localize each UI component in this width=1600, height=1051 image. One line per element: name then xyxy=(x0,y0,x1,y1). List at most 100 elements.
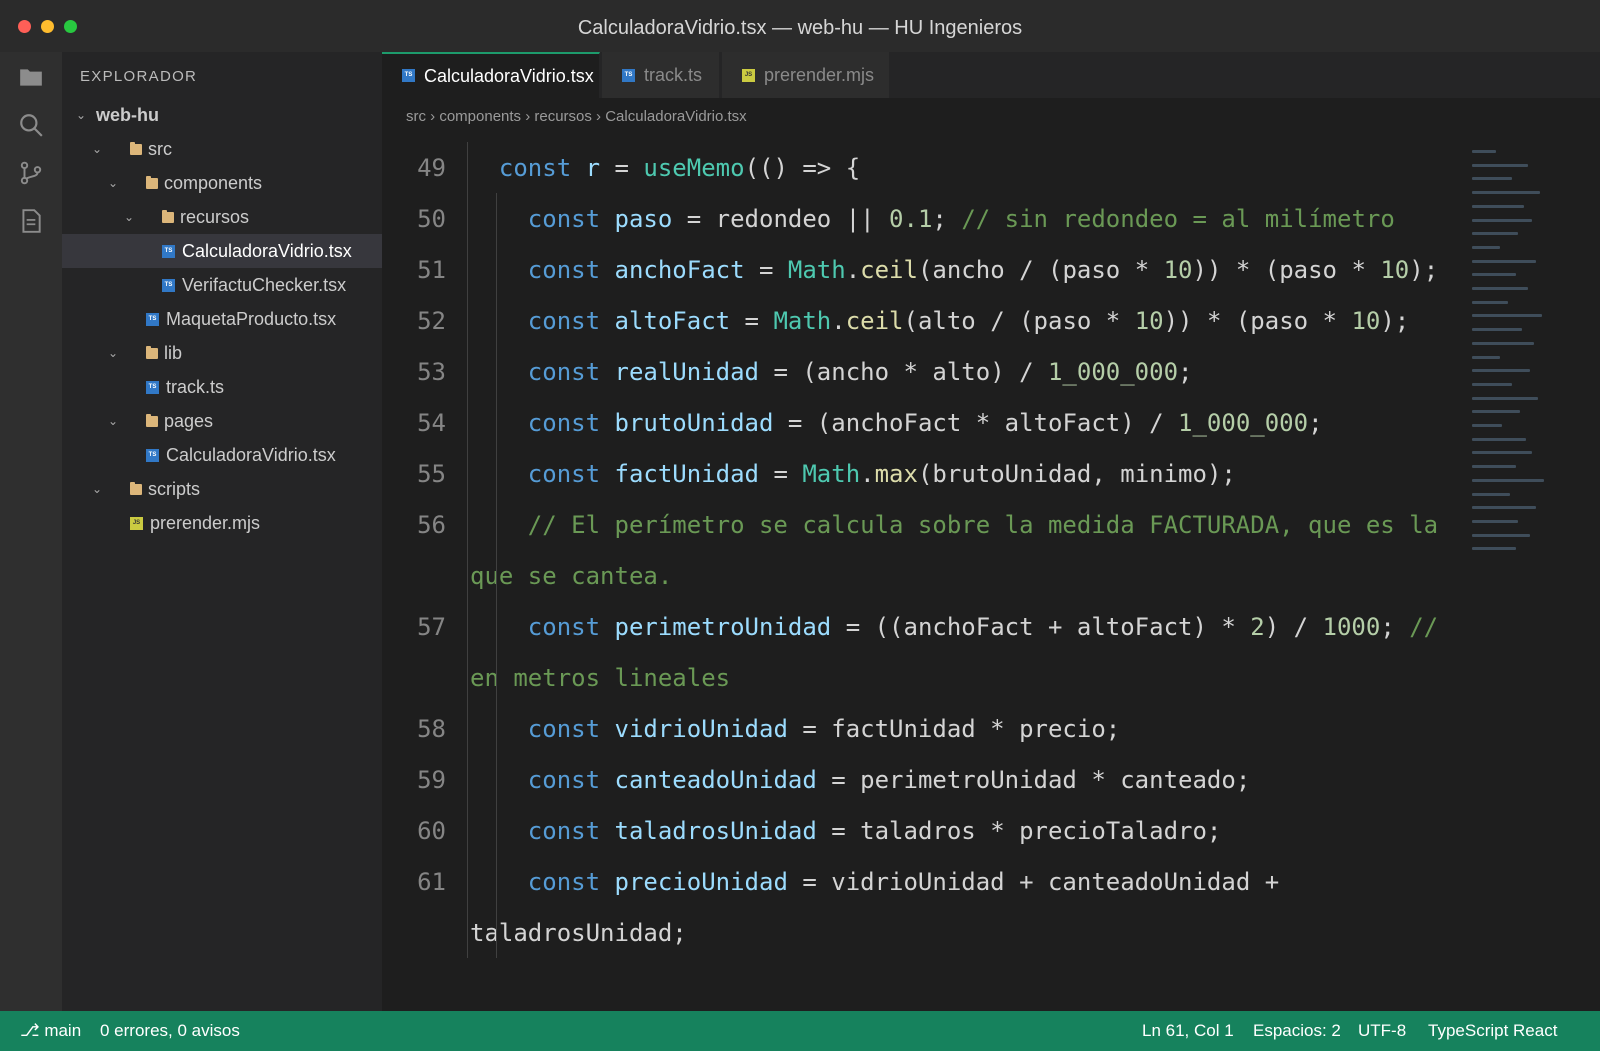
tree-file[interactable]: TS VerifactuChecker.tsx xyxy=(62,268,382,302)
chevron-down-icon[interactable]: ⌄ xyxy=(92,132,102,166)
code-token: = xyxy=(730,307,774,335)
breadcrumb[interactable]: src › components › recursos › Calculador… xyxy=(406,108,747,125)
minimap-line xyxy=(1472,300,1508,304)
code-text: const precioUnidad = vidrioUnidad + cant… xyxy=(528,856,1279,908)
line-number: 56 xyxy=(417,511,446,539)
tree-folder[interactable]: ⌄ web-hu xyxy=(62,98,382,132)
code-token: const xyxy=(527,460,601,488)
tree-file[interactable]: TS track.ts xyxy=(62,370,382,404)
indent-guide xyxy=(495,193,497,958)
editor-tab[interactable]: JS prerender.mjs xyxy=(722,52,890,98)
code-token: 1_000_000 xyxy=(1178,409,1309,437)
code-token: . xyxy=(831,307,846,335)
branch-indicator[interactable]: ⎇ main xyxy=(20,1011,81,1051)
minimap-line xyxy=(1472,519,1518,523)
code-token: r xyxy=(585,154,601,182)
code-token: const xyxy=(527,817,601,845)
minimap-line xyxy=(1472,355,1500,359)
minimap-line xyxy=(1472,410,1520,414)
tree-folder[interactable]: ⌄ src xyxy=(62,132,382,166)
minimap-line xyxy=(1472,382,1512,386)
code-text: const taladrosUnidad = taladros * precio… xyxy=(528,805,1222,857)
line-number: 60 xyxy=(417,817,446,845)
minimap-line xyxy=(1472,163,1528,167)
minimap-line xyxy=(1472,287,1528,290)
line-number: 49 xyxy=(417,154,446,182)
typescript-file-icon: TS xyxy=(402,69,415,82)
cursor-position[interactable]: Ln 61, Col 1 xyxy=(1142,1011,1234,1051)
code-token: en metros lineales xyxy=(470,664,731,692)
source-control-icon[interactable] xyxy=(18,160,44,186)
window-title: CalculadoraVidrio.tsx — web-hu — HU Inge… xyxy=(577,17,1023,39)
minimap-line xyxy=(1472,478,1544,482)
code-token: = factUnidad * precio; xyxy=(787,715,1121,743)
chevron-down-icon[interactable]: ⌄ xyxy=(76,98,86,132)
code-token: factUnidad xyxy=(614,460,760,488)
minimap-line xyxy=(1472,177,1512,181)
code-token: = xyxy=(744,256,788,284)
code-token: const xyxy=(527,205,601,233)
code-token: = redondeo || xyxy=(672,205,890,233)
folder-icon xyxy=(146,346,158,359)
code-token: ; xyxy=(1380,613,1410,641)
minimap-line xyxy=(1472,437,1526,441)
minimap-line xyxy=(1472,533,1530,537)
editor-tab[interactable]: TS track.ts xyxy=(602,52,720,98)
code-token: ; xyxy=(932,205,962,233)
line-number: 57 xyxy=(417,613,446,641)
tree-item-label: components xyxy=(164,173,263,193)
encoding-indicator[interactable]: UTF-8 xyxy=(1358,1011,1406,1051)
tree-folder[interactable]: ⌄ recursos xyxy=(62,200,382,234)
chevron-down-icon[interactable]: ⌄ xyxy=(124,200,134,234)
chevron-down-icon[interactable]: ⌄ xyxy=(92,472,102,506)
tree-item-label: scripts xyxy=(148,479,201,499)
tree-folder[interactable]: ⌄ components xyxy=(62,166,382,200)
code-token: )) * (paso * xyxy=(1192,256,1381,284)
code-token: // El perímetro se calcula sobre la medi… xyxy=(527,511,1439,539)
minimap[interactable] xyxy=(1472,144,1552,551)
chevron-down-icon[interactable]: ⌄ xyxy=(108,166,118,200)
line-number: 55 xyxy=(417,460,446,488)
tree-file[interactable]: TS CalculadoraVidrio.tsx xyxy=(62,438,382,472)
code-token: const xyxy=(527,715,601,743)
files-icon[interactable] xyxy=(18,64,44,90)
folder-icon xyxy=(146,176,158,189)
tree-folder[interactable]: ⌄ lib xyxy=(62,336,382,370)
tree-file[interactable]: JS prerender.mjs xyxy=(62,506,382,540)
editor-tab[interactable]: TS CalculadoraVidrio.tsx xyxy=(382,52,600,98)
minimap-line xyxy=(1472,465,1516,469)
code-token: 10 xyxy=(1134,307,1164,335)
minimap-line xyxy=(1472,506,1536,510)
tree-folder[interactable]: ⌄ pages xyxy=(62,404,382,438)
code-token: realUnidad xyxy=(614,358,760,386)
language-mode[interactable]: TypeScript React xyxy=(1428,1011,1557,1051)
document-icon[interactable] xyxy=(18,208,44,234)
code-token: = xyxy=(600,154,644,182)
line-number: 52 xyxy=(417,307,446,335)
minimap-line xyxy=(1472,492,1510,496)
code-token: ceil xyxy=(860,256,918,284)
tree-folder[interactable]: ⌄ scripts xyxy=(62,472,382,506)
code-token: const xyxy=(498,154,572,182)
tree-file[interactable]: TS MaquetaProducto.tsx xyxy=(62,302,382,336)
code-token: que se cantea. xyxy=(470,562,673,590)
line-number: 54 xyxy=(417,409,446,437)
code-token: = taladros * precioTaladro; xyxy=(816,817,1222,845)
problems-indicator[interactable]: 0 errores, 0 avisos xyxy=(100,1011,240,1051)
tree-file[interactable]: TS CalculadoraVidrio.tsx xyxy=(62,234,382,268)
typescript-file-icon: TS xyxy=(162,245,175,258)
tree-item-label: prerender.mjs xyxy=(150,513,261,533)
minimap-line xyxy=(1472,273,1516,277)
code-token: = vidrioUnidad + canteadoUnidad + xyxy=(787,868,1280,896)
code-token: brutoUnidad xyxy=(614,409,774,437)
chevron-down-icon[interactable]: ⌄ xyxy=(108,336,118,370)
code-token: (alto / (paso * xyxy=(903,307,1135,335)
chevron-down-icon[interactable]: ⌄ xyxy=(108,404,118,438)
code-token: const xyxy=(527,358,601,386)
search-icon[interactable] xyxy=(18,112,44,138)
code-token: precioUnidad xyxy=(614,868,788,896)
tree-item-label: lib xyxy=(164,343,183,363)
indentation-indicator[interactable]: Espacios: 2 xyxy=(1253,1011,1341,1051)
